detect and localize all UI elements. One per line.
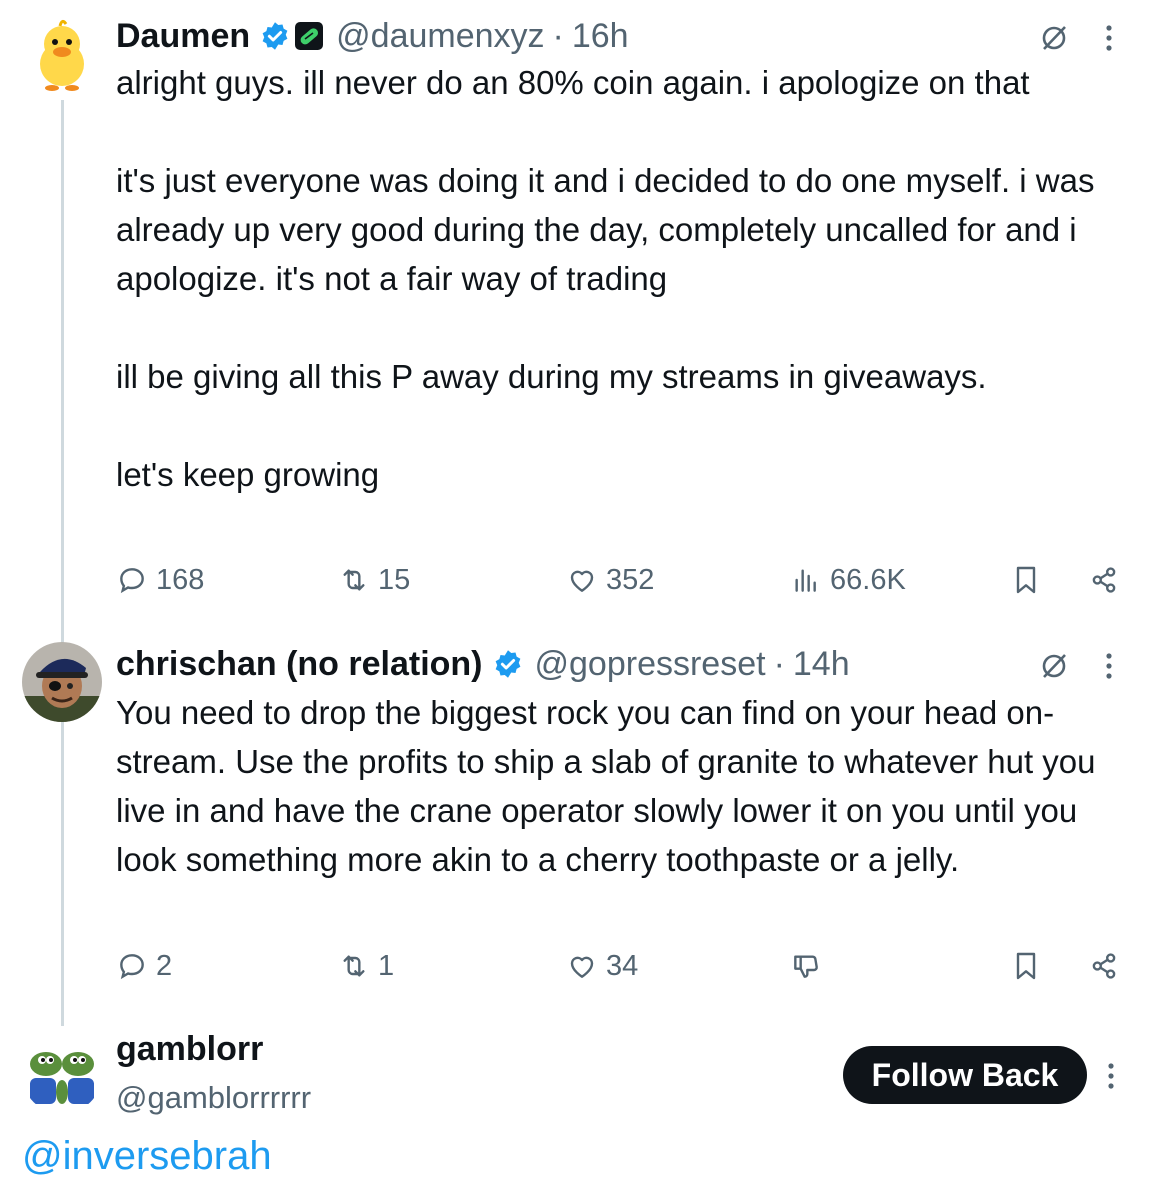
repost-icon [343, 569, 365, 591]
bookmark-icon [1016, 952, 1036, 980]
share-button[interactable] [1088, 946, 1128, 986]
tweet-paragraph: let's keep growing [116, 456, 380, 493]
repost-button[interactable]: 1 [338, 946, 394, 986]
author-handle[interactable]: @gopressreset [535, 644, 766, 684]
views-chart-icon [795, 569, 816, 592]
heart-icon [570, 570, 594, 592]
separator-dot: · [773, 645, 785, 683]
bookmark-button[interactable] [1010, 946, 1050, 986]
share-icon [1092, 953, 1116, 979]
like-count: 352 [606, 563, 655, 596]
more-options-icon[interactable] [1094, 20, 1124, 56]
avatar[interactable] [22, 642, 102, 722]
author-name[interactable]: chrischan (no relation) [116, 644, 483, 684]
tweet-actions: 168 15 352 66.6K [116, 560, 1126, 600]
reply-count: 168 [156, 563, 205, 596]
reply-icon [120, 568, 144, 594]
thread-connector-line [61, 100, 64, 1026]
tweet-header: Daumen @daumenxyz · 16h [116, 16, 629, 56]
author-handle[interactable]: @gamblorrrrrr [116, 1080, 311, 1116]
author-name[interactable]: Daumen [116, 16, 250, 56]
tweet-paragraph: it's just everyone was doing it and i de… [116, 162, 1095, 297]
thumbs-down-icon [794, 955, 818, 978]
like-count: 34 [606, 949, 639, 982]
repost-count: 15 [378, 563, 411, 596]
reply-button[interactable]: 168 [116, 560, 204, 600]
heart-icon [570, 956, 594, 978]
reply-button[interactable]: 2 [116, 946, 172, 986]
grok-icon[interactable] [1034, 20, 1074, 56]
timestamp[interactable]: 16h [572, 16, 629, 56]
avatar[interactable] [22, 14, 102, 94]
views-count: 66.6K [830, 563, 906, 596]
author-name[interactable]: gamblorr [116, 1030, 263, 1069]
duck-avatar-icon [22, 14, 102, 94]
follow-back-button[interactable]: Follow Back [843, 1046, 1087, 1104]
verified-badge-icon [493, 649, 523, 679]
reply-icon [120, 954, 144, 980]
separator-dot: · [552, 17, 564, 55]
repost-button[interactable]: 15 [338, 560, 410, 600]
dislike-button[interactable] [790, 946, 830, 986]
reply-count: 2 [156, 949, 173, 982]
affiliate-badge-icon [294, 21, 324, 51]
repost-count: 1 [378, 949, 395, 982]
like-button[interactable]: 34 [566, 946, 638, 986]
author-handle[interactable]: @daumenxyz [336, 16, 544, 56]
frog-avatar-icon [22, 1034, 102, 1114]
avatar[interactable] [22, 1034, 102, 1114]
more-options-icon[interactable] [1094, 648, 1124, 684]
tweet-paragraph: ill be giving all this P away during my … [116, 358, 987, 395]
tweet-paragraph: You need to drop the biggest rock you ca… [116, 694, 1096, 878]
views-button[interactable]: 66.6K [790, 560, 906, 600]
tweet-paragraph: alright guys. ill never do an 80% coin a… [116, 64, 1030, 101]
more-options-icon[interactable] [1096, 1058, 1126, 1094]
repost-icon [343, 955, 365, 977]
tweet-actions: 2 1 34 [116, 946, 1126, 986]
grok-icon[interactable] [1034, 648, 1074, 684]
share-button[interactable] [1088, 560, 1128, 600]
tweet-body: alright guys. ill never do an 80% coin a… [116, 58, 1136, 499]
bookmark-button[interactable] [1010, 560, 1050, 600]
mention-link[interactable]: @inversebrah [22, 1134, 272, 1179]
timestamp[interactable]: 14h [793, 644, 850, 684]
verified-badge-icon [260, 21, 290, 51]
tweet-header: chrischan (no relation) @gopressreset · … [116, 644, 850, 684]
bookmark-icon [1016, 566, 1036, 594]
like-button[interactable]: 352 [566, 560, 654, 600]
tweet-body: You need to drop the biggest rock you ca… [116, 688, 1136, 884]
share-icon [1092, 567, 1116, 593]
character-avatar-icon [22, 642, 102, 722]
